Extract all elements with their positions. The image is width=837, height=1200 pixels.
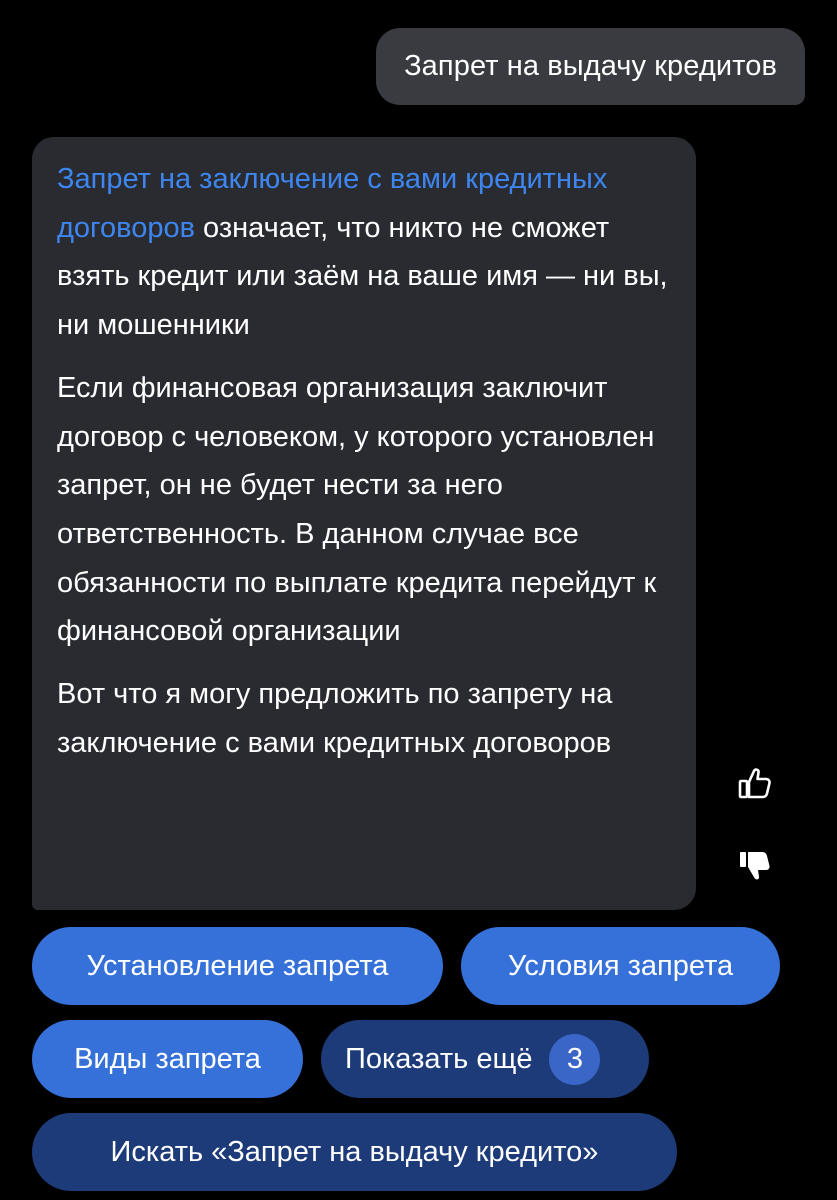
count-badge: 3	[549, 1033, 601, 1085]
suggestion-chip-establishing-ban[interactable]: Установление запрета	[32, 927, 443, 1005]
bot-paragraph-3: Вот что я могу предложить по запрету на …	[57, 678, 613, 759]
show-more-button[interactable]: Показать ещё 3	[321, 1020, 649, 1098]
bot-paragraph-1: Запрет на заключение с вами кредитных до…	[57, 155, 676, 350]
user-message-bubble: Запрет на выдачу кредитов	[376, 28, 805, 105]
user-message-text: Запрет на выдачу кредитов	[404, 50, 777, 82]
thumbs-down-icon[interactable]	[737, 848, 773, 884]
search-query-label: Искать «Запрет на выдачу кредито»	[110, 1135, 599, 1168]
search-query-button[interactable]: Искать «Запрет на выдачу кредито»	[32, 1113, 677, 1191]
suggestion-chip-ban-conditions[interactable]: Условия запрета	[461, 927, 780, 1005]
show-more-label: Показать ещё	[345, 1042, 533, 1075]
bot-message-bubble: Запрет на заключение с вами кредитных до…	[32, 137, 696, 910]
chip-label: Условия запрета	[507, 949, 734, 982]
thumbs-up-icon[interactable]	[737, 765, 773, 801]
suggestion-chip-ban-types[interactable]: Виды запрета	[32, 1020, 303, 1098]
chip-label: Установление запрета	[86, 949, 389, 982]
chip-label: Виды запрета	[74, 1042, 261, 1075]
bot-paragraph-2: Если финансовая организация заключит дог…	[57, 371, 657, 648]
